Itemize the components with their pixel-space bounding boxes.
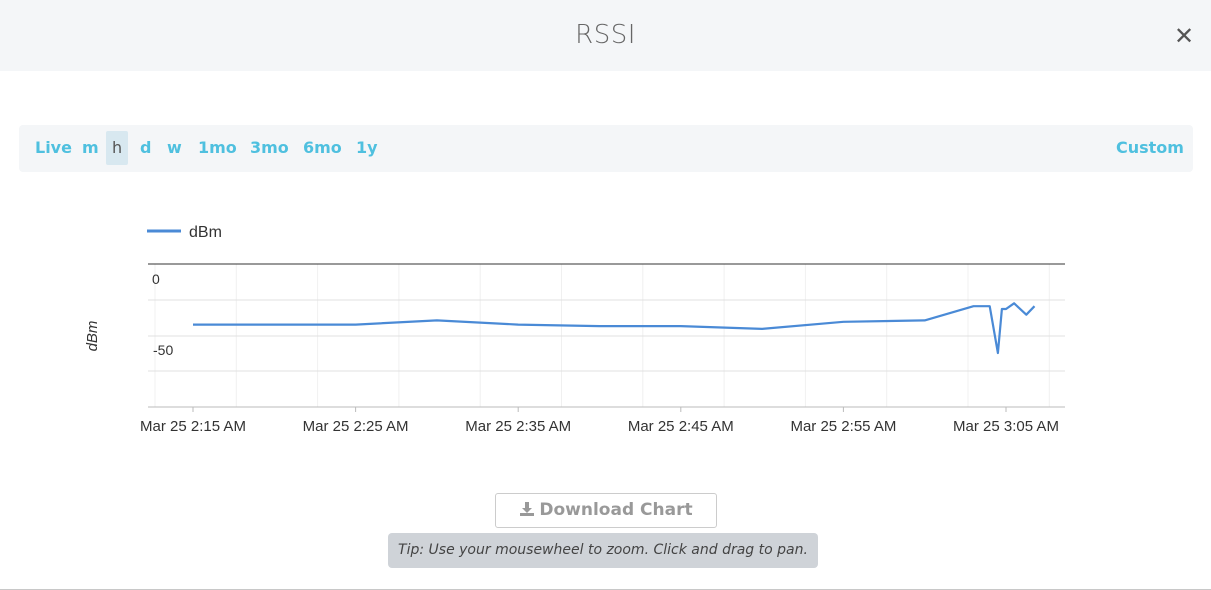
range-button-6mo[interactable]: 6mo xyxy=(301,131,344,165)
range-button-minute[interactable]: m xyxy=(80,131,101,165)
range-button-week[interactable]: w xyxy=(165,131,184,165)
download-chart-data-button[interactable]: Download Chart Data xyxy=(495,493,717,553)
range-button-live[interactable]: Live xyxy=(33,131,74,165)
modal-title: RSSI xyxy=(575,20,636,50)
y-tick-label: 0 xyxy=(152,271,160,287)
x-tick-label: Mar 25 2:55 AM xyxy=(790,418,896,435)
range-button-1mo[interactable]: 1mo xyxy=(196,131,239,165)
legend-label: dBm xyxy=(189,224,222,241)
x-tick-label: Mar 25 2:25 AM xyxy=(303,418,409,435)
rssi-chart[interactable]: 0 -50 dBm Mar 25 2:15 AM Mar 25 2:25 AM Mar 2… xyxy=(0,200,1211,450)
x-tick-label: Mar 25 3:05 AM xyxy=(953,418,1059,435)
series-line-dbm xyxy=(193,302,1036,355)
time-range-selector: Live m h d w 1mo 3mo 6mo 1y Custom xyxy=(19,125,1193,172)
range-button-3mo[interactable]: 3mo xyxy=(248,131,291,165)
range-button-1y[interactable]: 1y xyxy=(354,131,380,165)
chart-canvas[interactable]: 0 -50 dBm Mar 25 2:15 AM Mar 25 2:25 AM Mar 2… xyxy=(0,200,1211,450)
zoom-tip: Tip: Use your mousewheel to zoom. Click … xyxy=(388,533,818,568)
rssi-modal: RSSI ✕ Live m h d w 1mo 3mo 6mo 1y Custo… xyxy=(0,0,1211,590)
range-button-custom[interactable]: Custom xyxy=(1114,131,1186,165)
y-axis-title: dBm xyxy=(84,321,101,352)
y-tick-label: -50 xyxy=(153,342,173,358)
modal-header: RSSI ✕ xyxy=(0,0,1211,71)
close-icon[interactable]: ✕ xyxy=(1172,24,1196,48)
download-icon xyxy=(519,494,535,527)
range-button-hour[interactable]: h xyxy=(106,131,129,165)
x-tick-label: Mar 25 2:45 AM xyxy=(628,418,734,435)
x-tick-label: Mar 25 2:35 AM xyxy=(465,418,571,435)
range-button-day[interactable]: d xyxy=(138,131,153,165)
x-tick-label: Mar 25 2:15 AM xyxy=(140,418,246,435)
